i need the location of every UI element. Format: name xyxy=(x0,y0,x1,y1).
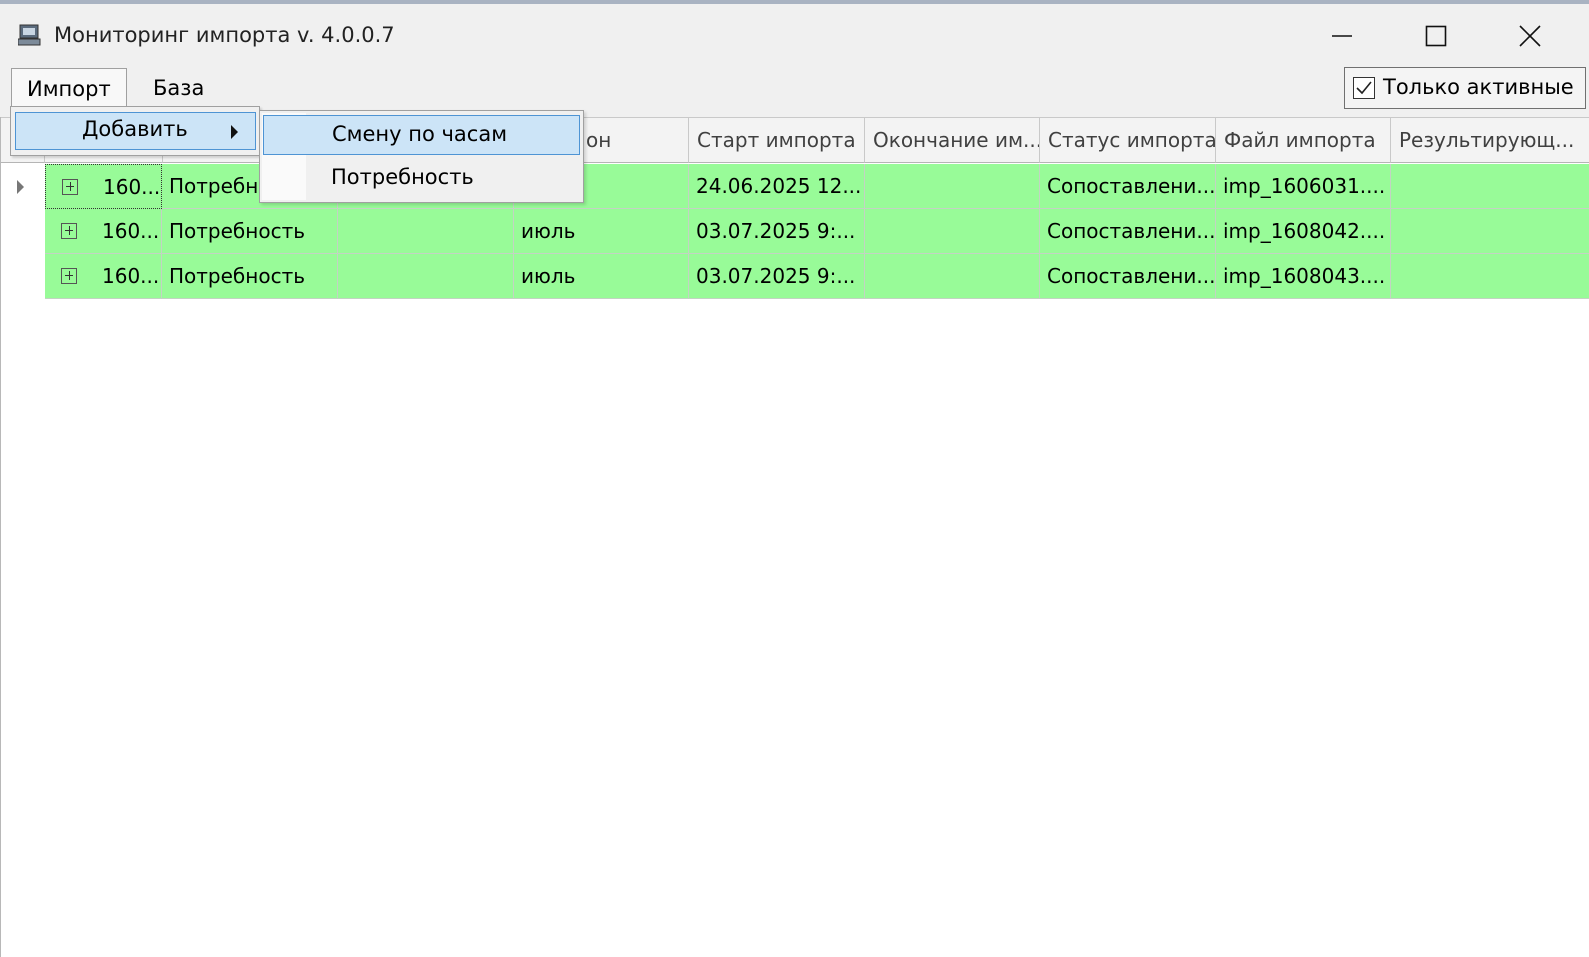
end-cell[interactable] xyxy=(865,209,1040,254)
month-cell[interactable]: июль xyxy=(514,209,689,254)
maximize-button[interactable] xyxy=(1406,12,1466,60)
import-dropdown-menu: Добавить xyxy=(10,106,260,156)
id-cell[interactable]: 160... xyxy=(45,164,162,209)
id-cell[interactable]: 160... xyxy=(45,209,162,254)
header-file[interactable]: Файл импорта xyxy=(1216,117,1391,163)
minimize-icon xyxy=(1332,35,1352,37)
close-button[interactable] xyxy=(1500,12,1560,60)
type-cell[interactable]: Потребность xyxy=(162,209,338,254)
table-row[interactable]: 160... Потребность июль 03.07.2025 9:...… xyxy=(45,254,1589,299)
end-cell[interactable] xyxy=(865,254,1040,299)
submenu-item-label: Потребность xyxy=(331,165,474,189)
submenu-item-label: Смену по часам xyxy=(332,122,508,146)
id-text: 160... xyxy=(103,175,161,199)
status-cell[interactable]: Сопоставлени... xyxy=(1040,164,1216,209)
blank-cell[interactable] xyxy=(338,209,514,254)
file-cell[interactable]: imp_1608042.... xyxy=(1216,209,1391,254)
file-cell[interactable]: imp_1608043.... xyxy=(1216,254,1391,299)
start-cell[interactable]: 24.06.2025 12... xyxy=(689,164,865,209)
month-cell[interactable]: июль xyxy=(514,254,689,299)
submenu-arrow-icon xyxy=(231,125,238,139)
start-cell[interactable]: 03.07.2025 9:... xyxy=(689,254,865,299)
result-cell[interactable] xyxy=(1391,209,1589,254)
end-cell[interactable] xyxy=(865,164,1040,209)
id-text: 160... xyxy=(102,264,160,288)
minimize-button[interactable] xyxy=(1312,12,1372,60)
file-cell[interactable]: imp_1606031.... xyxy=(1216,164,1391,209)
expand-icon[interactable] xyxy=(61,268,77,284)
submenu-item-demand[interactable]: Потребность xyxy=(263,159,580,199)
table-row[interactable]: 160... Потребность июль 03.07.2025 9:...… xyxy=(45,209,1589,254)
submenu-item-shift-hours[interactable]: Смену по часам xyxy=(263,115,580,155)
id-text: 160... xyxy=(102,219,160,243)
add-submenu: Смену по часам Потребность xyxy=(259,110,584,203)
expand-icon[interactable] xyxy=(61,223,77,239)
app-icon xyxy=(17,24,42,46)
type-cell[interactable]: Потребность xyxy=(162,254,338,299)
maximize-icon xyxy=(1425,25,1447,47)
menu-import[interactable]: Импорт xyxy=(11,68,127,109)
status-cell[interactable]: Сопоставлени... xyxy=(1040,209,1216,254)
close-icon xyxy=(1519,25,1541,47)
start-cell[interactable]: 03.07.2025 9:... xyxy=(689,209,865,254)
status-cell[interactable]: Сопоставлени... xyxy=(1040,254,1216,299)
only-active-label: Только активные xyxy=(1383,75,1574,99)
header-result[interactable]: Результирующ... xyxy=(1391,117,1589,163)
menu-base[interactable]: База xyxy=(138,68,219,108)
only-active-checkbox[interactable]: Только активные xyxy=(1344,67,1586,109)
checkmark-icon xyxy=(1356,81,1372,95)
blank-cell[interactable] xyxy=(338,254,514,299)
header-status[interactable]: Статус импорта xyxy=(1040,117,1216,163)
header-start[interactable]: Старт импорта xyxy=(689,117,865,163)
current-row-arrow-icon xyxy=(17,180,24,194)
header-end[interactable]: Окончание им... xyxy=(865,117,1040,163)
window-title: Мониторинг импорта v. 4.0.0.7 xyxy=(54,23,395,47)
expand-icon[interactable] xyxy=(62,179,78,195)
title-bar: Мониторинг импорта v. 4.0.0.7 xyxy=(0,4,1589,60)
result-cell[interactable] xyxy=(1391,254,1589,299)
import-grid[interactable]: он Старт импорта Окончание им... Статус … xyxy=(0,117,1589,957)
checkbox-box[interactable] xyxy=(1353,77,1375,99)
menu-item-add[interactable]: Добавить xyxy=(15,112,256,150)
menu-item-add-label: Добавить xyxy=(82,117,188,141)
result-cell[interactable] xyxy=(1391,164,1589,209)
id-cell[interactable]: 160... xyxy=(45,254,162,299)
